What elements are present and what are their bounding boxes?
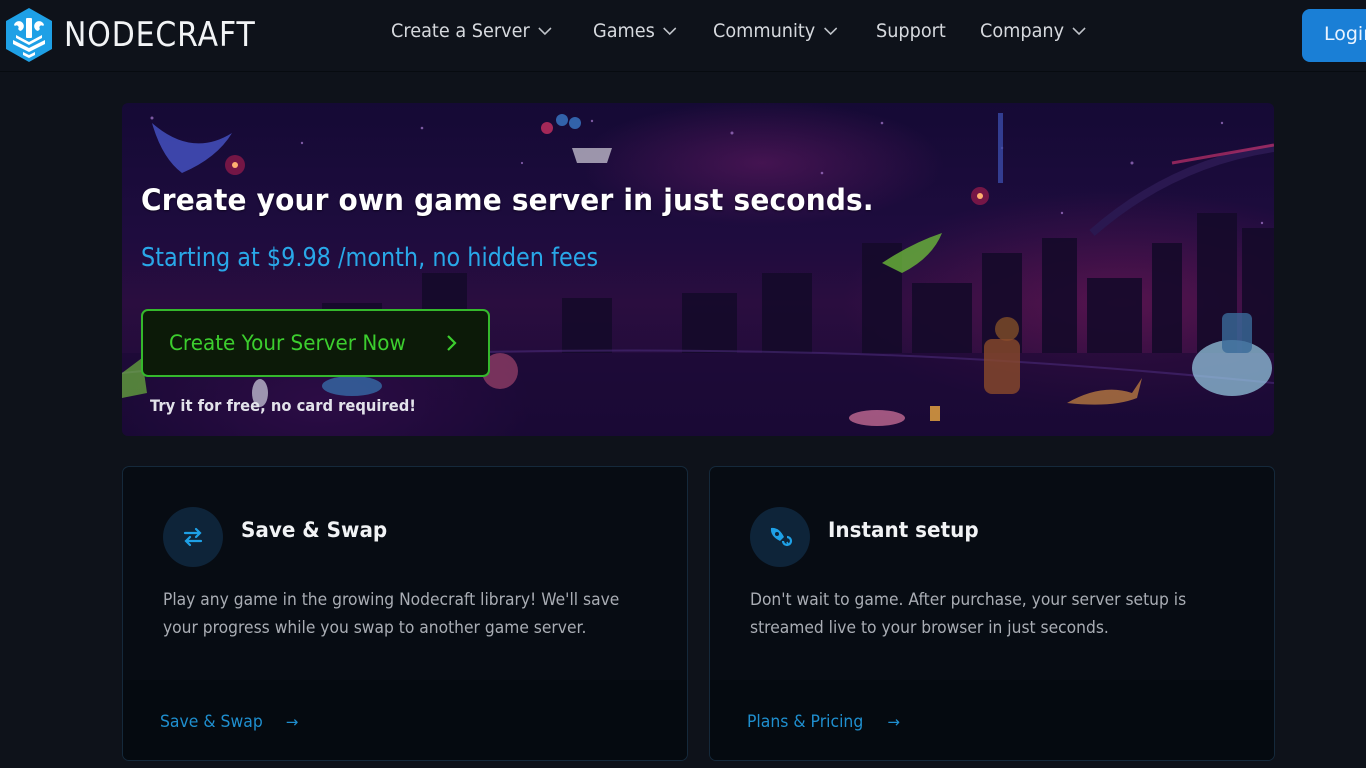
arrow-right-icon: →: [887, 713, 900, 731]
feature-description: Don't wait to game. After purchase, your…: [750, 590, 1187, 637]
brand-name: NODECRAFT: [64, 15, 256, 55]
nav-company[interactable]: Company: [980, 20, 1086, 42]
feature-title: Save & Swap: [241, 518, 388, 542]
nav-label: Company: [979, 20, 1064, 42]
main-menu: Create a Server Games Community Support …: [391, 20, 1123, 42]
chevron-right-icon: [447, 335, 457, 351]
nav-create-a-server[interactable]: Create a Server: [391, 20, 552, 42]
feature-card-save-swap: Save & Swap Play any game in the growing…: [122, 466, 688, 761]
link-label: Save & Swap: [160, 712, 263, 732]
chevron-down-icon: [538, 27, 552, 36]
create-server-button[interactable]: Create Your Server Now: [141, 309, 490, 377]
nav-community[interactable]: Community: [713, 20, 838, 42]
nav-games[interactable]: Games: [593, 20, 677, 42]
chevron-down-icon: [823, 27, 837, 36]
plans-pricing-link[interactable]: Plans & Pricing →: [747, 712, 900, 732]
feature-description: Play any game in the growing Nodecraft l…: [163, 590, 620, 637]
axolotl: [849, 410, 905, 426]
tower: [998, 113, 1003, 183]
top-navbar: NODECRAFT Create a Server Games Communit…: [0, 0, 1366, 72]
balloon-cart: [541, 114, 612, 163]
arrow-right-icon: →: [285, 713, 299, 731]
nav-label: Support: [875, 20, 946, 42]
rocket-icon: [750, 507, 810, 567]
free-trial-note: Try it for free, no card required!: [150, 396, 416, 415]
swap-arrows-icon: [163, 507, 223, 567]
save-swap-link[interactable]: Save & Swap →: [160, 712, 298, 732]
login-button[interactable]: Login: [1302, 9, 1366, 62]
nodecraft-logo[interactable]: NODECRAFT: [4, 7, 282, 63]
hero-banner: Create your own game server in just seco…: [122, 103, 1274, 436]
link-label: Plans & Pricing: [747, 712, 864, 732]
nodecraft-logo-icon: [6, 8, 52, 62]
flying-creature: [152, 123, 232, 173]
chevron-down-icon: [1072, 27, 1086, 36]
nav-label: Games: [593, 20, 655, 42]
cta-label: Create Your Server Now: [169, 331, 406, 355]
nav-label: Create a Server: [391, 20, 530, 42]
feature-title: Instant setup: [828, 518, 979, 542]
nav-label: Community: [712, 20, 815, 42]
hero-subtitle: Starting at $9.98 /month, no hidden fees: [141, 243, 599, 273]
hero-title: Create your own game server in just seco…: [141, 183, 874, 217]
feature-card-instant-setup: Instant setup Don't wait to game. After …: [709, 466, 1275, 761]
chevron-down-icon: [663, 27, 677, 36]
nav-support[interactable]: Support: [876, 20, 946, 42]
